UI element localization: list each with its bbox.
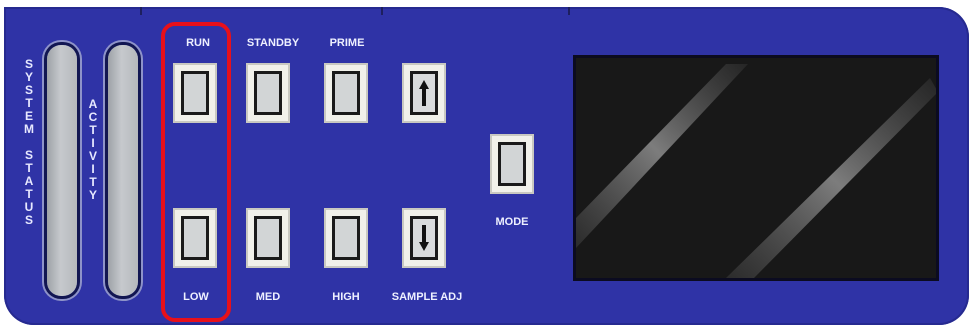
panel-tick — [568, 7, 570, 15]
system-status-indicator — [47, 45, 77, 296]
run-low-highlight — [161, 22, 231, 322]
standby-button[interactable] — [246, 63, 290, 123]
panel-tick — [140, 7, 142, 15]
med-button-face — [254, 216, 282, 260]
prime-button[interactable] — [324, 63, 368, 123]
up-arrow-icon — [410, 71, 438, 115]
down-arrow-icon — [410, 216, 438, 260]
mode-button-face — [498, 142, 526, 186]
prime-label: PRIME — [329, 37, 365, 49]
down-arrow-button[interactable] — [402, 208, 446, 268]
mode-button[interactable] — [490, 134, 534, 194]
screen-glare — [576, 64, 936, 278]
up-arrow-button[interactable] — [402, 63, 446, 123]
high-button-face — [332, 216, 360, 260]
high-button[interactable] — [324, 208, 368, 268]
mode-label: MODE — [495, 216, 529, 228]
display-screen — [573, 55, 939, 281]
med-button[interactable] — [246, 208, 290, 268]
activity-indicator — [108, 45, 138, 296]
med-label: MED — [255, 291, 281, 303]
high-label: HIGH — [332, 291, 360, 303]
system-status-label: S Y S T E M S T A T U S — [24, 57, 34, 227]
prime-button-face — [332, 71, 360, 115]
panel-tick — [381, 7, 383, 15]
activity-label: A C T I V I T Y — [88, 97, 98, 202]
standby-label: STANDBY — [246, 37, 300, 49]
standby-button-face — [254, 71, 282, 115]
sample-adj-label: SAMPLE ADJ — [391, 291, 463, 303]
